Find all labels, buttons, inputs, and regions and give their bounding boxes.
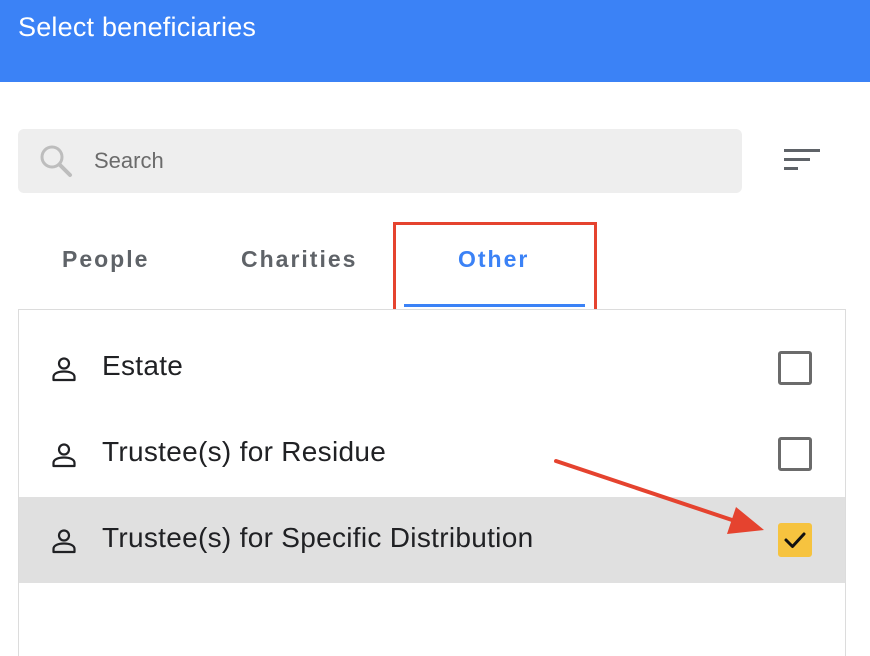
app-header: Select beneficiaries [0, 0, 870, 82]
search-icon [40, 145, 72, 177]
search-bar[interactable] [18, 129, 742, 193]
list-item-label: Trustee(s) for Residue [102, 436, 387, 467]
search-input[interactable] [94, 141, 714, 181]
list-item-estate[interactable]: Estate [19, 325, 845, 411]
beneficiary-list: Estate Trustee(s) for Residue Trustee(s)… [18, 309, 846, 656]
person-icon [52, 357, 76, 382]
tab-people[interactable]: People [62, 246, 149, 286]
sort-icon[interactable] [782, 143, 824, 179]
trustees-specific-distribution-checkbox[interactable] [778, 523, 812, 557]
list-item-label: Estate [102, 350, 184, 381]
list-item-trustees-specific-distribution[interactable]: Trustee(s) for Specific Distribution [19, 497, 845, 583]
trustees-residue-checkbox[interactable] [778, 437, 812, 471]
list-item-trustees-residue[interactable]: Trustee(s) for Residue [19, 411, 845, 497]
tab-charities[interactable]: Charities [241, 246, 357, 286]
checkmark-icon [784, 532, 806, 548]
page-title: Select beneficiaries [18, 12, 257, 42]
person-icon [52, 529, 76, 554]
list-item-label: Trustee(s) for Specific Distribution [102, 522, 534, 553]
person-icon [52, 443, 76, 468]
estate-checkbox[interactable] [778, 351, 812, 385]
